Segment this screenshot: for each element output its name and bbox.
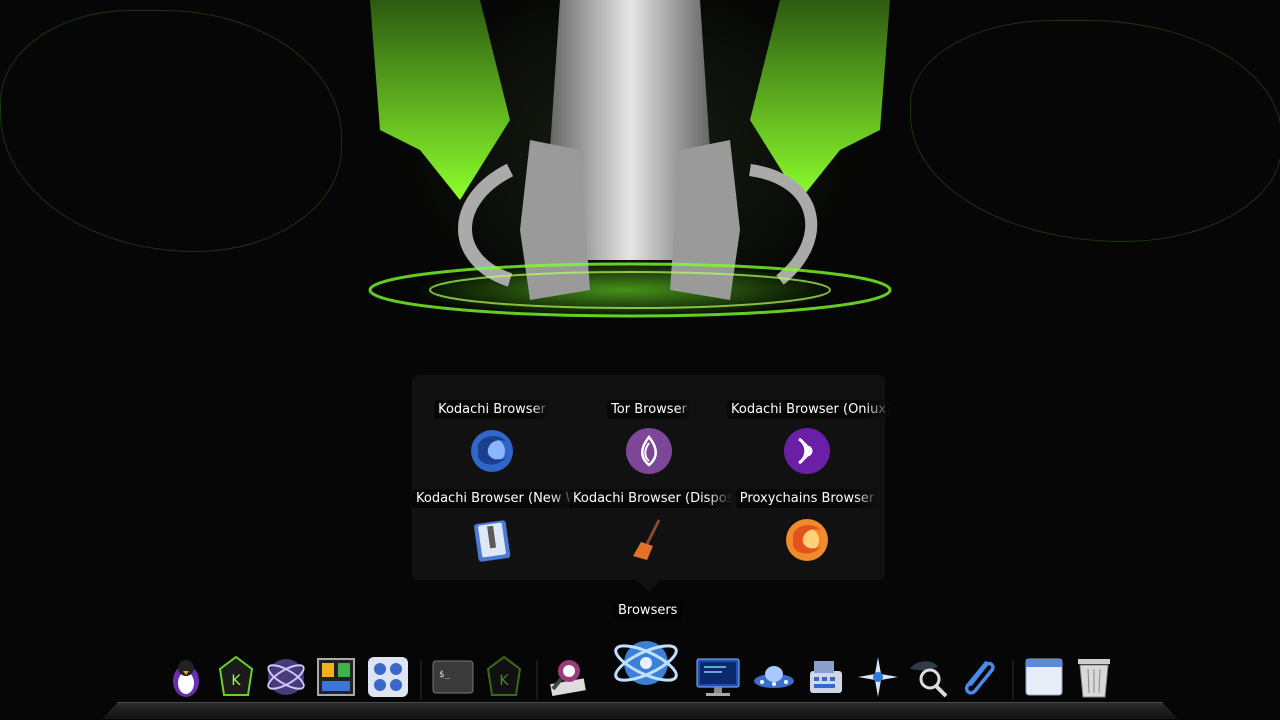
spy-magnifier-icon (550, 660, 586, 697)
world-map-outline (910, 20, 1280, 242)
kodachi-browser-oniux-item[interactable]: Kodachi Browser (Oniux) (727, 400, 890, 475)
star-tools-launcher[interactable] (856, 655, 900, 699)
star-tools-icon (858, 657, 898, 697)
dragon-artwork (368, 0, 892, 318)
trash-icon (1078, 659, 1110, 698)
broom-icon (633, 519, 661, 560)
browsers-stack-popup: Kodachi Browser Tor Browser Kodachi Brow… (412, 375, 890, 592)
ufo-icon (754, 666, 794, 688)
network-monitor-icon (696, 658, 740, 696)
terminal-icon: $_ (432, 660, 474, 694)
terminal-launcher[interactable]: $_ (431, 655, 475, 699)
cash-register-launcher[interactable] (804, 655, 848, 699)
search-spy-launcher[interactable] (906, 655, 950, 699)
ufo-launcher[interactable] (752, 655, 796, 699)
item-label: Kodachi Browser (434, 400, 550, 419)
control-dials-icon (368, 657, 408, 697)
firefox-blue-icon (471, 430, 513, 472)
kodachi-browser-disposable-item[interactable]: Kodachi Browser (Disposable) (569, 489, 732, 564)
stack-title: Browsers (612, 601, 684, 620)
penguin-icon (173, 660, 199, 697)
paperclip-icon (964, 661, 995, 695)
oniux-icon (784, 428, 830, 474)
terminal-icon-text: $_ (439, 670, 450, 680)
network-monitor-launcher[interactable] (692, 655, 744, 699)
dock-separator (1012, 660, 1014, 700)
tor-onion-icon (626, 428, 672, 474)
browsers-atom-icon (614, 641, 678, 685)
kodachi-browser-item[interactable]: Kodachi Browser (412, 400, 572, 475)
kodachi-launcher[interactable]: K (214, 655, 258, 699)
kodachi-logo-icon: K (218, 655, 254, 696)
control-panel-launcher[interactable] (366, 655, 410, 699)
dock-separator (536, 660, 538, 700)
kodachi-browser-new-window-item[interactable]: Kodachi Browser (New Window) (412, 489, 575, 564)
kodachi-dark-launcher[interactable]: K (482, 655, 526, 699)
browsers-stack[interactable] (611, 628, 681, 698)
tor-browser-item[interactable]: Tor Browser (569, 400, 729, 475)
item-label: Tor Browser (607, 400, 691, 419)
trash-launcher[interactable] (1072, 655, 1116, 699)
search-spy-icon (910, 661, 948, 698)
item-label: Kodachi Browser (New Window) (412, 489, 575, 508)
orbit-sphere-icon (267, 659, 305, 695)
window-manager-icon (317, 658, 355, 696)
svg-text:K: K (499, 673, 509, 689)
firefox-orange-icon (786, 519, 828, 561)
orbit-launcher[interactable] (264, 655, 308, 699)
item-label: Kodachi Browser (Oniux) (727, 400, 890, 419)
window-manager-launcher[interactable] (314, 655, 358, 699)
dock-shelf (101, 702, 1179, 720)
popup-pointer (637, 580, 661, 592)
penguin-launcher[interactable] (164, 655, 208, 699)
dock-separator (420, 660, 422, 700)
proxychains-browser-item[interactable]: Proxychains Browser (727, 489, 887, 564)
window-frame-launcher[interactable] (1022, 655, 1066, 699)
cash-register-icon (810, 661, 842, 693)
world-map-outline (0, 10, 342, 252)
item-label: Proxychains Browser (735, 489, 879, 508)
window-frame-icon (1025, 658, 1063, 696)
attachments-launcher[interactable] (956, 655, 1000, 699)
zip-archive-icon (474, 520, 511, 562)
item-label: Kodachi Browser (Disposable) (569, 489, 732, 508)
svg-text:K: K (231, 673, 241, 689)
kodachi-dark-logo-icon: K (486, 655, 522, 696)
spy-tools-stack[interactable] (547, 655, 591, 699)
